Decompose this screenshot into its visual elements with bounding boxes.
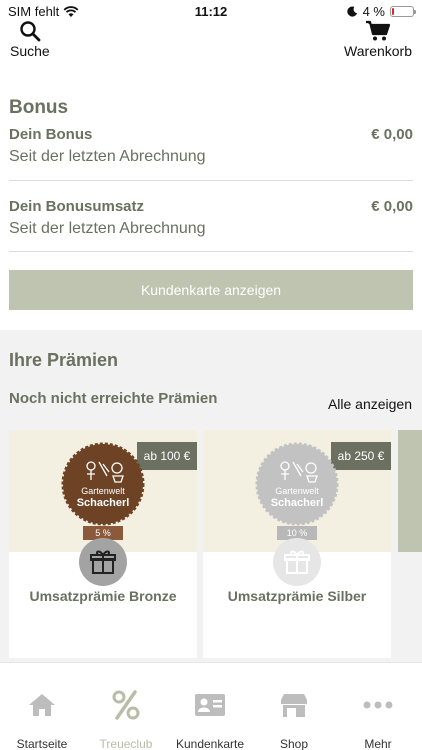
tab-kundenkarte[interactable]: Kundenkarte (168, 663, 252, 750)
tab-mehr[interactable]: Mehr (336, 663, 420, 750)
tab-label: Treueclub (99, 737, 153, 750)
bonus-label: Dein Bonus (9, 126, 93, 143)
divider (9, 251, 413, 252)
battery-icon (390, 6, 416, 17)
badge-text-line1: Gartenwelt (81, 486, 125, 496)
more-icon (336, 689, 420, 721)
search-label: Suche (10, 43, 50, 59)
cart-label: Warenkorb (344, 43, 412, 59)
bonus-subtitle: Seit der letzten Abrechnung (9, 148, 206, 165)
reward-name: Umsatzprämie Silber (227, 588, 367, 604)
rewards-section: Ihre Prämien Noch nicht erreichte Prämie… (0, 330, 422, 662)
badge-text-line1: Gartenwelt (275, 486, 319, 496)
tab-shop[interactable]: Shop (252, 663, 336, 750)
battery-percent: 4 % (362, 4, 385, 19)
status-bar: SIM fehlt 11:12 4 % (0, 0, 422, 22)
bonus-turnover-label: Dein Bonusumsatz (9, 198, 145, 215)
percent-icon (84, 689, 168, 721)
search-button[interactable]: Suche (10, 20, 50, 59)
price-tag: ab 250 € (331, 442, 391, 470)
battery-level (392, 8, 394, 15)
store-icon (252, 689, 336, 721)
divider (9, 180, 413, 181)
gift-icon (273, 538, 321, 586)
tab-label: Mehr (364, 737, 392, 750)
tab-bar: Startseite Treueclub Kundenkarte Shop Me… (0, 662, 422, 750)
cart-button[interactable]: Warenkorb (344, 20, 412, 59)
badge-text-line2: Schacherl (271, 497, 324, 509)
home-icon (0, 689, 84, 721)
bonus-turnover-value: € 0,00 (371, 198, 413, 215)
gartenwelt-badge: Gartenwelt Schacherl (255, 442, 339, 526)
bonus-value: € 0,00 (371, 126, 413, 143)
pending-rewards-title: Noch nicht erreichte Prämien (9, 390, 218, 407)
bonus-turnover-row: Dein Bonusumsatz € 0,00 Seit der letzten… (9, 198, 413, 270)
id-card-icon (168, 689, 252, 721)
moon-icon (346, 6, 357, 17)
tab-label: Kundenkarte (175, 737, 245, 750)
reward-name: Umsatzprämie Bronze (29, 588, 177, 604)
gift-icon (79, 538, 127, 586)
show-all-link[interactable]: Alle anzeigen (328, 396, 412, 412)
cart-icon (366, 20, 391, 41)
tab-treueclub[interactable]: Treueclub (84, 663, 168, 750)
show-customer-card-button[interactable]: Kundenkarte anzeigen (9, 270, 413, 310)
gartenwelt-badge: Gartenwelt Schacherl (61, 442, 145, 526)
price-tag: ab 100 € (137, 442, 197, 470)
tab-label: Startseite (16, 737, 68, 750)
reward-card-peek[interactable] (398, 430, 422, 552)
search-icon (20, 21, 41, 42)
top-actions: Suche Warenkorb (0, 20, 422, 62)
badge-text-line2: Schacherl (77, 497, 130, 509)
bonus-turnover-subtitle: Seit der letzten Abrechnung (9, 220, 206, 237)
tab-label: Shop (279, 737, 309, 750)
bonus-title: Bonus (9, 97, 69, 118)
tab-startseite[interactable]: Startseite (0, 663, 84, 750)
reward-card-silver[interactable]: ab 250 € Gartenwelt Schacherl 10 % Umsat… (203, 430, 391, 658)
reward-card-bronze[interactable]: ab 100 € Gartenwelt Schacherl 5 % Umsatz… (9, 430, 197, 658)
rewards-title: Ihre Prämien (9, 350, 119, 370)
bonus-row: Dein Bonus € 0,00 Seit der letzten Abrec… (9, 126, 413, 198)
